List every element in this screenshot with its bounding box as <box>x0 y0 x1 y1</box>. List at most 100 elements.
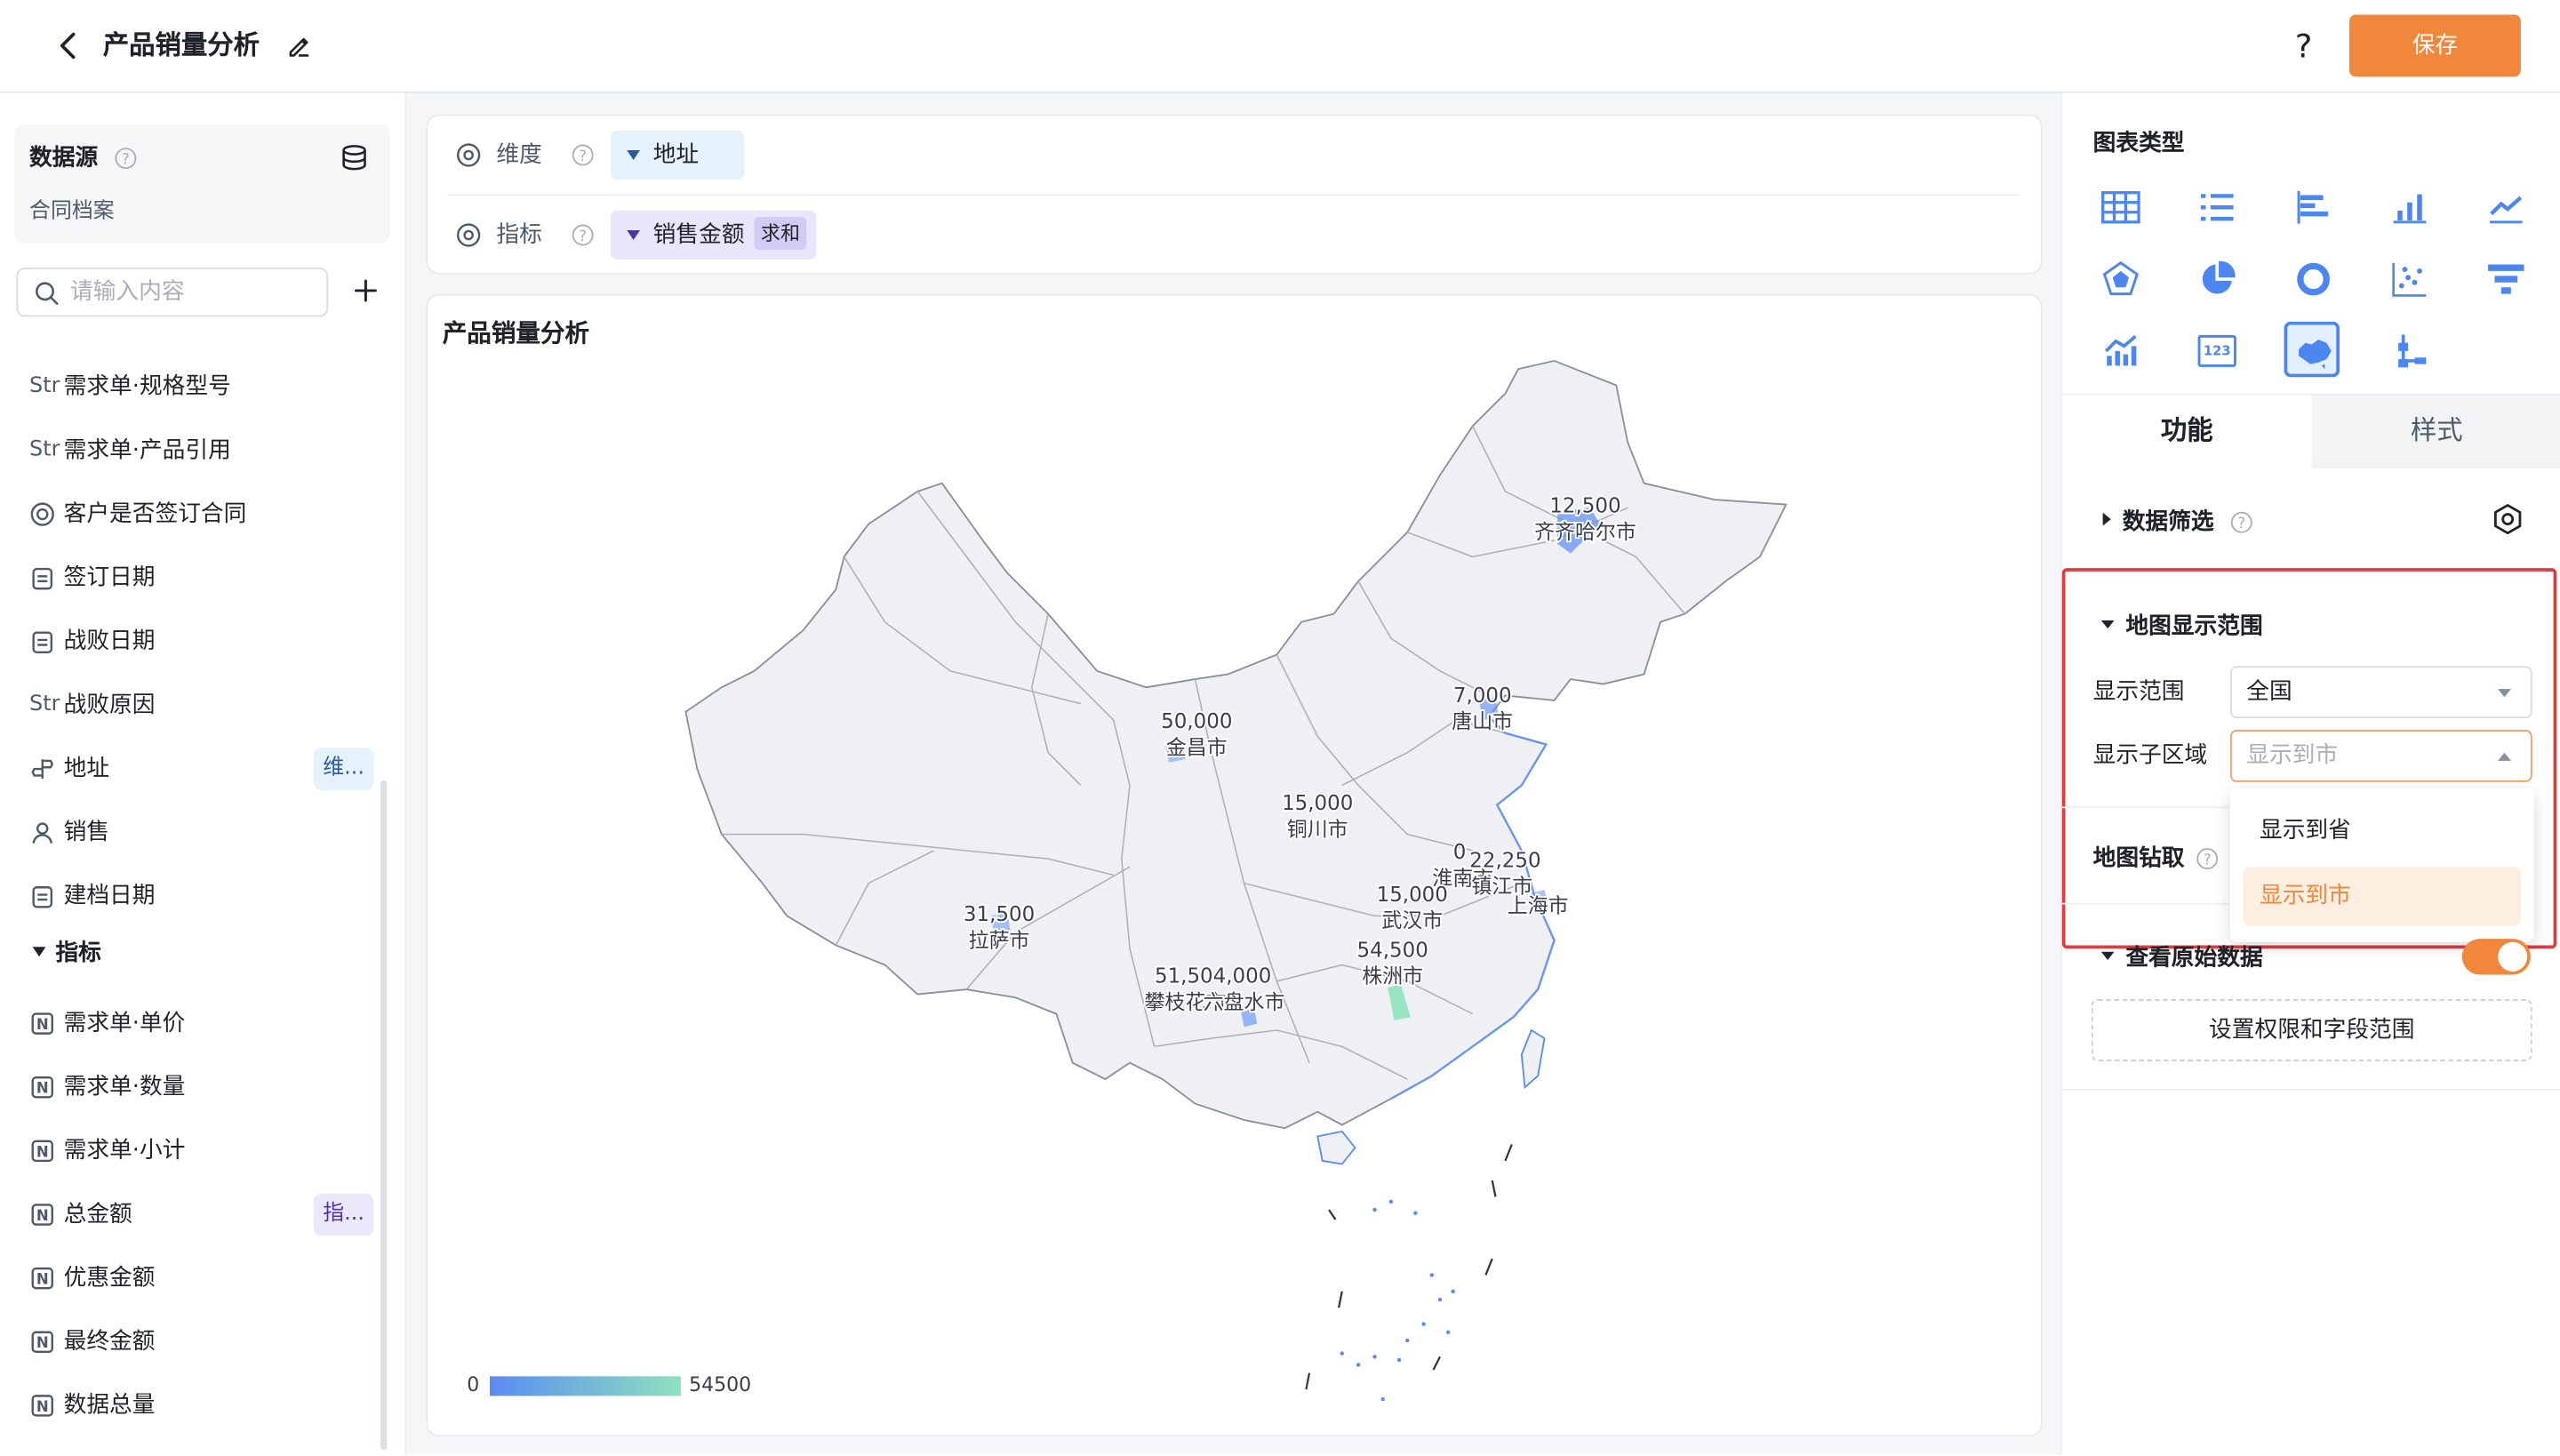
table-chart-icon[interactable] <box>2093 180 2148 235</box>
number-card-icon[interactable]: 123 <box>2189 324 2244 379</box>
dimension-chip[interactable]: 地址 <box>610 130 745 180</box>
metric-item[interactable]: N 总金额 指... <box>0 1190 392 1239</box>
help-icon[interactable]: ? <box>2287 26 2320 65</box>
metric-item[interactable]: N 需求单·小计 <box>0 1126 392 1175</box>
edit-icon[interactable] <box>285 33 311 59</box>
svg-text:?: ? <box>579 228 587 244</box>
question-icon[interactable]: ? <box>572 224 595 247</box>
south-sea-islands <box>1340 1199 1455 1402</box>
tree-chart-icon[interactable] <box>2382 324 2437 379</box>
metric-item[interactable]: N 最终金额 <box>0 1317 392 1366</box>
tab-function[interactable]: 功能 <box>2061 395 2312 469</box>
question-icon[interactable]: ? <box>2196 847 2219 870</box>
china-map[interactable]: 12,500 齐齐哈尔市 7,000 唐山市 50,000 金昌市 15,000… <box>428 295 2042 1436</box>
radar-chart-icon[interactable] <box>2093 252 2148 307</box>
number-type-icon: N <box>31 1076 53 1099</box>
field-label: 战败日期 <box>63 628 156 655</box>
metric-item[interactable]: N 数据总量 <box>0 1381 392 1430</box>
map-city-label: 武汉市 <box>1381 909 1443 932</box>
svg-text:N: N <box>36 1398 49 1415</box>
datasource-name: 合同档案 <box>29 199 115 224</box>
question-icon[interactable]: ? <box>115 147 138 170</box>
map-value-label: 15,000 <box>1282 792 1353 815</box>
scatter-chart-icon[interactable] <box>2382 252 2437 307</box>
divider <box>447 194 2020 196</box>
range-label: 显示范围 <box>2092 679 2185 706</box>
dimension-label: 维度 <box>496 141 542 169</box>
divider <box>2061 806 2229 809</box>
settings-icon[interactable] <box>2492 503 2524 536</box>
map-range-section[interactable]: 地图显示范围 <box>2100 612 2263 642</box>
map-chart-icon[interactable] <box>2284 321 2340 378</box>
subregion-dropdown: 显示到省 显示到市 <box>2229 788 2534 942</box>
legend-gradient[interactable] <box>490 1376 681 1396</box>
field-item[interactable]: Str 战败原因 <box>0 681 392 730</box>
field-search <box>16 268 329 317</box>
pie-chart-icon[interactable] <box>2189 252 2244 307</box>
search-icon <box>36 282 59 305</box>
calendar-icon <box>32 631 53 653</box>
option-city[interactable]: 显示到市 <box>2243 867 2521 926</box>
raw-data-toggle[interactable] <box>2461 939 2531 975</box>
metric-group-header[interactable]: 指标 <box>32 939 101 968</box>
field-item[interactable]: 销售 <box>0 808 392 857</box>
svg-text:?: ? <box>579 148 587 164</box>
donut-chart-icon[interactable] <box>2285 252 2340 307</box>
metric-group-label: 指标 <box>55 940 101 967</box>
scrollbar[interactable] <box>380 780 388 1450</box>
field-item[interactable]: 地址 维... <box>0 745 392 794</box>
field-label: 地址 <box>63 756 110 782</box>
range-select[interactable]: 全国 <box>2229 666 2532 719</box>
settings-icon <box>457 223 481 247</box>
metric-item[interactable]: N 需求单·数量 <box>0 1063 392 1112</box>
data-filter-section[interactable]: 数据筛选 <box>2102 508 2214 537</box>
caret-down-icon <box>627 229 640 240</box>
map-value-label: 12,500 <box>1549 495 1620 518</box>
field-item[interactable]: 签订日期 <box>0 554 392 603</box>
map-city-label: 铜川市 <box>1287 818 1348 841</box>
back-icon[interactable] <box>55 31 81 60</box>
radio-icon <box>30 502 54 526</box>
combo-chart-icon[interactable] <box>2093 324 2148 379</box>
map-value-label: 31,500 <box>964 903 1035 926</box>
field-item[interactable]: 战败日期 <box>0 617 392 666</box>
settings-icon <box>457 143 481 167</box>
search-input[interactable] <box>69 277 316 308</box>
field-item[interactable]: Str 需求单·产品引用 <box>0 426 392 475</box>
save-button[interactable]: 保存 <box>2349 14 2521 77</box>
nine-dash-line <box>1305 1144 1513 1390</box>
number-type-icon: N <box>31 1395 53 1417</box>
user-icon <box>32 822 53 844</box>
metric-badge: 指... <box>313 1193 374 1236</box>
list-chart-icon[interactable] <box>2189 180 2244 235</box>
page-title: 产品销量分析 <box>102 29 260 60</box>
plus-icon[interactable] <box>351 276 380 305</box>
database-icon[interactable] <box>340 144 369 173</box>
field-item[interactable]: 客户是否签订合同 <box>0 490 392 539</box>
field-item[interactable]: 建档日期 <box>0 872 392 921</box>
metric-item[interactable]: N 优惠金额 <box>0 1254 392 1303</box>
question-icon[interactable]: ? <box>2230 511 2253 534</box>
subregion-select[interactable]: 显示到市 <box>2229 730 2532 782</box>
bar-horizontal-icon[interactable] <box>2285 180 2340 235</box>
datasource-card: 数据源 ? 合同档案 <box>14 124 390 244</box>
calendar-icon <box>32 886 53 908</box>
field-label: 需求单·产品引用 <box>63 437 231 464</box>
panel-tabs: 功能 样式 <box>2061 393 2560 469</box>
question-icon[interactable]: ? <box>572 144 595 167</box>
metric-chip[interactable]: 销售金额 求和 <box>610 210 817 260</box>
map-value-label: 15,000 <box>1377 884 1448 907</box>
column-chart-icon[interactable] <box>2382 180 2437 235</box>
line-chart-icon[interactable] <box>2478 180 2533 235</box>
metric-item[interactable]: N 需求单·单价 <box>0 999 392 1048</box>
tab-style[interactable]: 样式 <box>2311 395 2560 469</box>
funnel-chart-icon[interactable] <box>2478 252 2533 307</box>
field-item[interactable]: Str 需求单·规格型号 <box>0 363 392 412</box>
number-type-icon: N <box>31 1331 53 1353</box>
option-province[interactable]: 显示到省 <box>2244 802 2521 860</box>
number-type-icon: N <box>31 1012 53 1035</box>
field-label: 优惠金额 <box>63 1265 156 1292</box>
permission-button[interactable]: 设置权限和字段范围 <box>2091 999 2532 1061</box>
field-label: 战败原因 <box>63 692 156 719</box>
raw-data-section[interactable]: 查看原始数据 <box>2100 944 2263 973</box>
